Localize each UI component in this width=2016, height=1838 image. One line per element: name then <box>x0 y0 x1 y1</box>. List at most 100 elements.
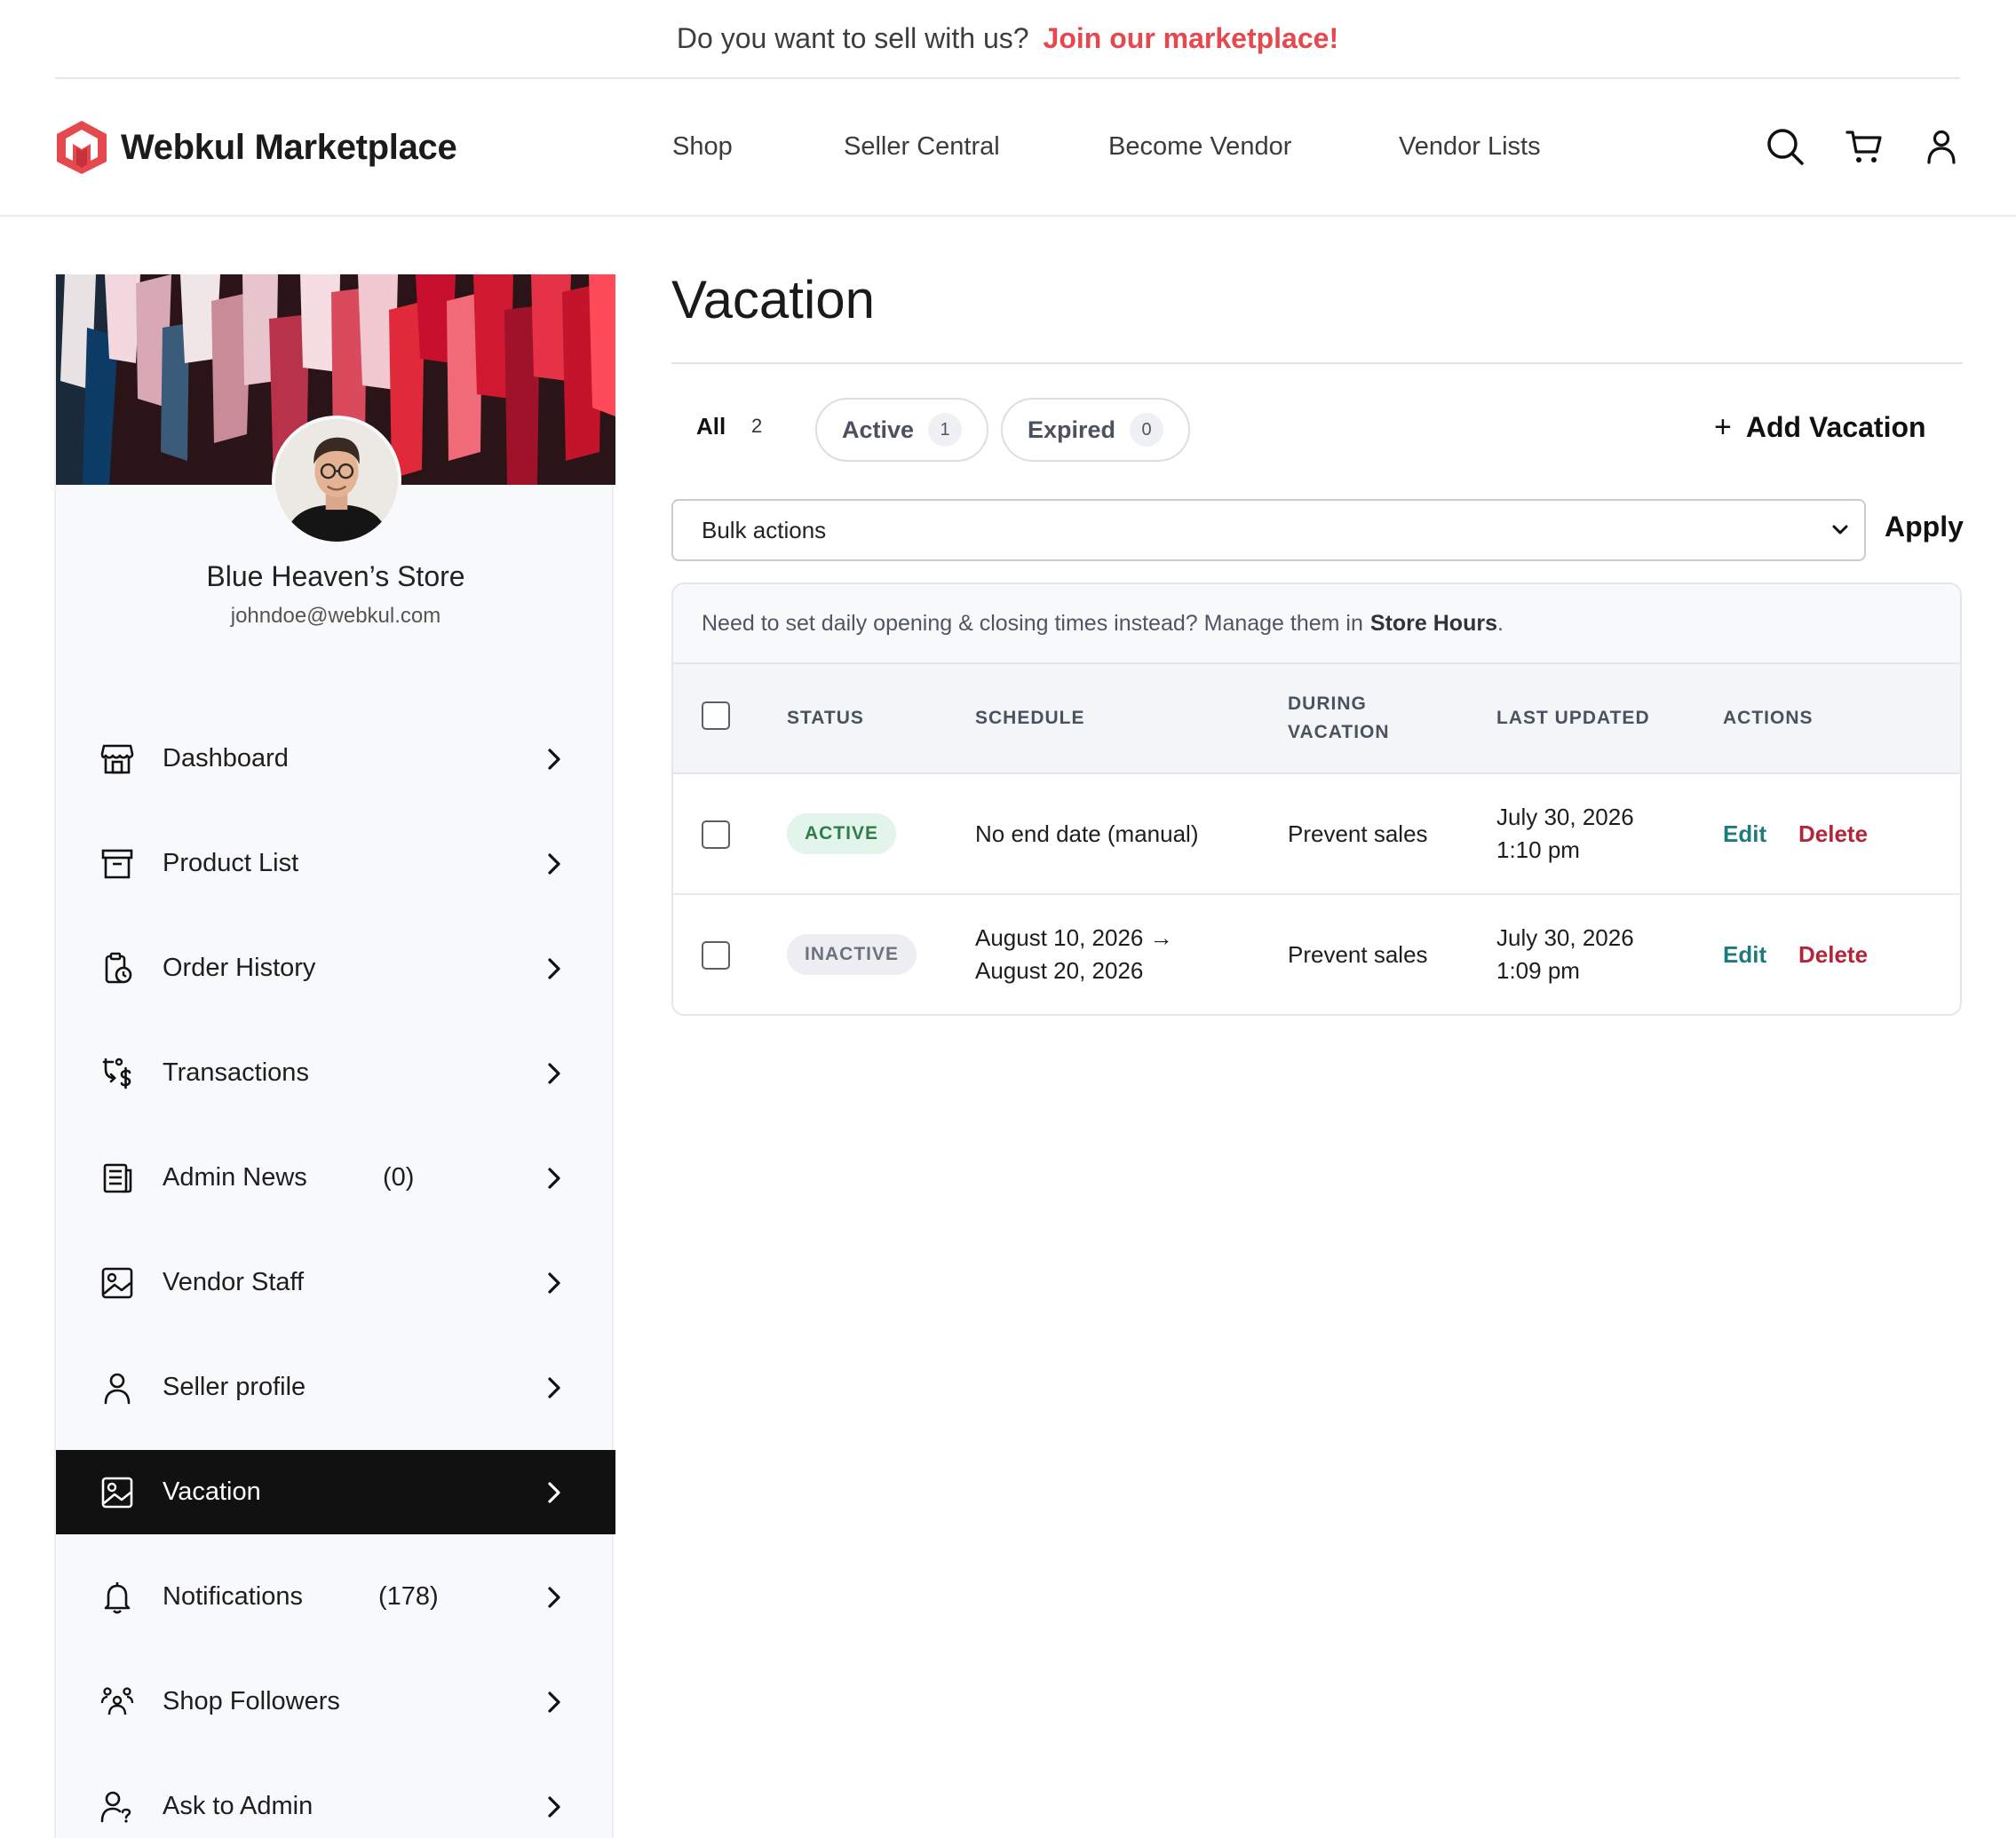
sidebar-item-notifications[interactable]: Notifications (178) <box>56 1555 615 1639</box>
promo-bar: Do you want to sell with us? Join our ma… <box>55 0 1960 79</box>
select-all-checkbox[interactable] <box>702 701 730 730</box>
nav-shop[interactable]: Shop <box>672 132 733 162</box>
sidebar-item-label: Admin News <box>163 1163 307 1192</box>
tab-active-count: 1 <box>928 413 963 447</box>
sidebar-item-ask-to-admin[interactable]: Ask to Admin <box>56 1764 615 1838</box>
table-row: INACTIVE August 10, 2026 → August 20, 20… <box>673 895 1960 1014</box>
transactions-icon <box>102 1058 131 1089</box>
archive-icon <box>101 849 133 878</box>
chevron-down-icon <box>1832 525 1848 535</box>
sidebar-item-label: Vendor Staff <box>163 1268 305 1296</box>
vendor-sidebar: Blue Heaven’s Store johndoe@webkul.com D… <box>54 274 615 1838</box>
sidebar-item-count: (178) <box>378 1582 439 1611</box>
column-during-vacation-line1: DURING <box>1288 693 1367 714</box>
tab-expired-label: Expired <box>1028 416 1116 443</box>
sidebar-item-seller-profile[interactable]: Seller profile <box>56 1345 615 1430</box>
table-row: ACTIVE No end date (manual) Prevent sale… <box>673 774 1960 895</box>
tab-expired[interactable]: Expired 0 <box>1001 398 1191 462</box>
sidebar-item-vacation[interactable]: Vacation <box>56 1450 615 1534</box>
sidebar-item-label: Vacation <box>163 1478 261 1506</box>
title-divider <box>671 362 1963 364</box>
brand-name: Webkul Marketplace <box>121 127 457 167</box>
sidebar-item-label: Dashboard <box>163 744 289 772</box>
row-checkbox[interactable] <box>702 941 730 970</box>
nav-seller-central[interactable]: Seller Central <box>844 132 1000 162</box>
bulk-actions-select[interactable]: Bulk actions <box>671 499 1866 561</box>
edit-button[interactable]: Edit <box>1723 820 1766 848</box>
webkul-logo-icon <box>57 121 107 174</box>
during-vacation-cell: Prevent sales <box>1288 820 1428 847</box>
store-name: Blue Heaven’s Store <box>206 560 465 592</box>
last-updated-date: July 30, 2026 <box>1496 804 1634 830</box>
store-icon <box>100 744 134 773</box>
sidebar-item-admin-news[interactable]: Admin News (0) <box>56 1136 615 1220</box>
news-icon <box>103 1163 132 1192</box>
last-updated-date: July 30, 2026 <box>1496 924 1634 951</box>
chevron-right-icon <box>548 748 560 770</box>
tab-all[interactable]: All <box>696 413 726 440</box>
delete-button[interactable]: Delete <box>1798 941 1868 969</box>
promo-text: Do you want to sell with us? <box>676 22 1029 54</box>
schedule-start: August 10, 2026 → <box>975 924 1173 951</box>
status-badge: ACTIVE <box>787 813 897 854</box>
sidebar-item-label: Transactions <box>163 1058 309 1087</box>
sidebar-item-product-list[interactable]: Product List <box>56 821 615 906</box>
add-vacation-label: Add Vacation <box>1745 411 1926 443</box>
join-marketplace-link[interactable]: Join our marketplace! <box>1044 22 1339 55</box>
edit-button[interactable]: Edit <box>1723 941 1766 969</box>
ask-admin-icon <box>100 1791 131 1823</box>
user-icon <box>104 1373 131 1404</box>
chevron-right-icon <box>548 1272 560 1294</box>
column-last-updated: LAST UPDATED <box>1496 708 1650 728</box>
apply-button[interactable]: Apply <box>1885 511 1964 543</box>
sidebar-item-order-history[interactable]: Order History <box>56 926 615 1010</box>
store-email: johndoe@webkul.com <box>230 604 441 628</box>
chevron-right-icon <box>548 1481 560 1503</box>
during-vacation-cell: Prevent sales <box>1288 941 1428 968</box>
bulk-actions-value: Bulk actions <box>702 516 827 543</box>
sidebar-item-shop-followers[interactable]: Shop Followers <box>56 1660 615 1744</box>
nav-vendor-lists[interactable]: Vendor Lists <box>1399 132 1541 162</box>
chevron-right-icon <box>548 1376 560 1398</box>
store-hours-notice: Need to set daily opening & closing time… <box>673 584 1960 664</box>
sidebar-item-vendor-staff[interactable]: Vendor Staff <box>56 1240 615 1325</box>
user-icon[interactable] <box>1922 127 1961 166</box>
chevron-right-icon <box>548 1586 560 1608</box>
followers-icon <box>100 1686 134 1715</box>
schedule-end: August 20, 2026 <box>975 957 1144 984</box>
search-icon[interactable] <box>1766 127 1805 166</box>
bell-icon <box>104 1581 131 1613</box>
add-vacation-button[interactable]: + Add Vacation <box>1714 410 1926 445</box>
delete-button[interactable]: Delete <box>1798 820 1868 848</box>
sidebar-item-dashboard[interactable]: Dashboard <box>56 717 615 801</box>
column-schedule: SCHEDULE <box>975 708 1085 728</box>
store-hours-link[interactable]: Store Hours <box>1370 611 1497 637</box>
sidebar-item-count: (0) <box>383 1163 415 1192</box>
nav-become-vendor[interactable]: Become Vendor <box>1108 132 1291 162</box>
last-updated-time: 1:09 pm <box>1496 957 1580 984</box>
column-status: STATUS <box>787 708 864 728</box>
notice-text: Need to set daily opening & closing time… <box>702 610 1363 636</box>
chevron-right-icon <box>548 1062 560 1084</box>
column-during-vacation-line2: VACATION <box>1288 722 1390 742</box>
chevron-right-icon <box>548 1167 560 1189</box>
avatar[interactable] <box>272 416 401 545</box>
page-title: Vacation <box>671 270 876 329</box>
logo[interactable]: Webkul Marketplace <box>55 119 457 176</box>
table-header: STATUS SCHEDULE DURING VACATION LAST UPD… <box>673 664 1960 774</box>
tab-expired-count: 0 <box>1130 413 1164 447</box>
sidebar-item-label: Shop Followers <box>163 1687 340 1715</box>
tab-active-label: Active <box>842 416 915 443</box>
notice-period: . <box>1496 610 1504 636</box>
row-checkbox[interactable] <box>702 820 730 849</box>
last-updated-time: 1:10 pm <box>1496 836 1580 863</box>
chevron-right-icon <box>548 1795 560 1818</box>
sidebar-item-label: Ask to Admin <box>163 1792 314 1820</box>
column-actions: ACTIONS <box>1723 708 1814 728</box>
chevron-right-icon <box>548 1691 560 1713</box>
sidebar-item-transactions[interactable]: Transactions <box>56 1031 615 1115</box>
sidebar-item-label: Seller profile <box>163 1373 306 1401</box>
cart-icon[interactable] <box>1845 127 1884 166</box>
tab-active[interactable]: Active 1 <box>815 398 989 462</box>
avatar-portrait-icon <box>275 419 398 542</box>
